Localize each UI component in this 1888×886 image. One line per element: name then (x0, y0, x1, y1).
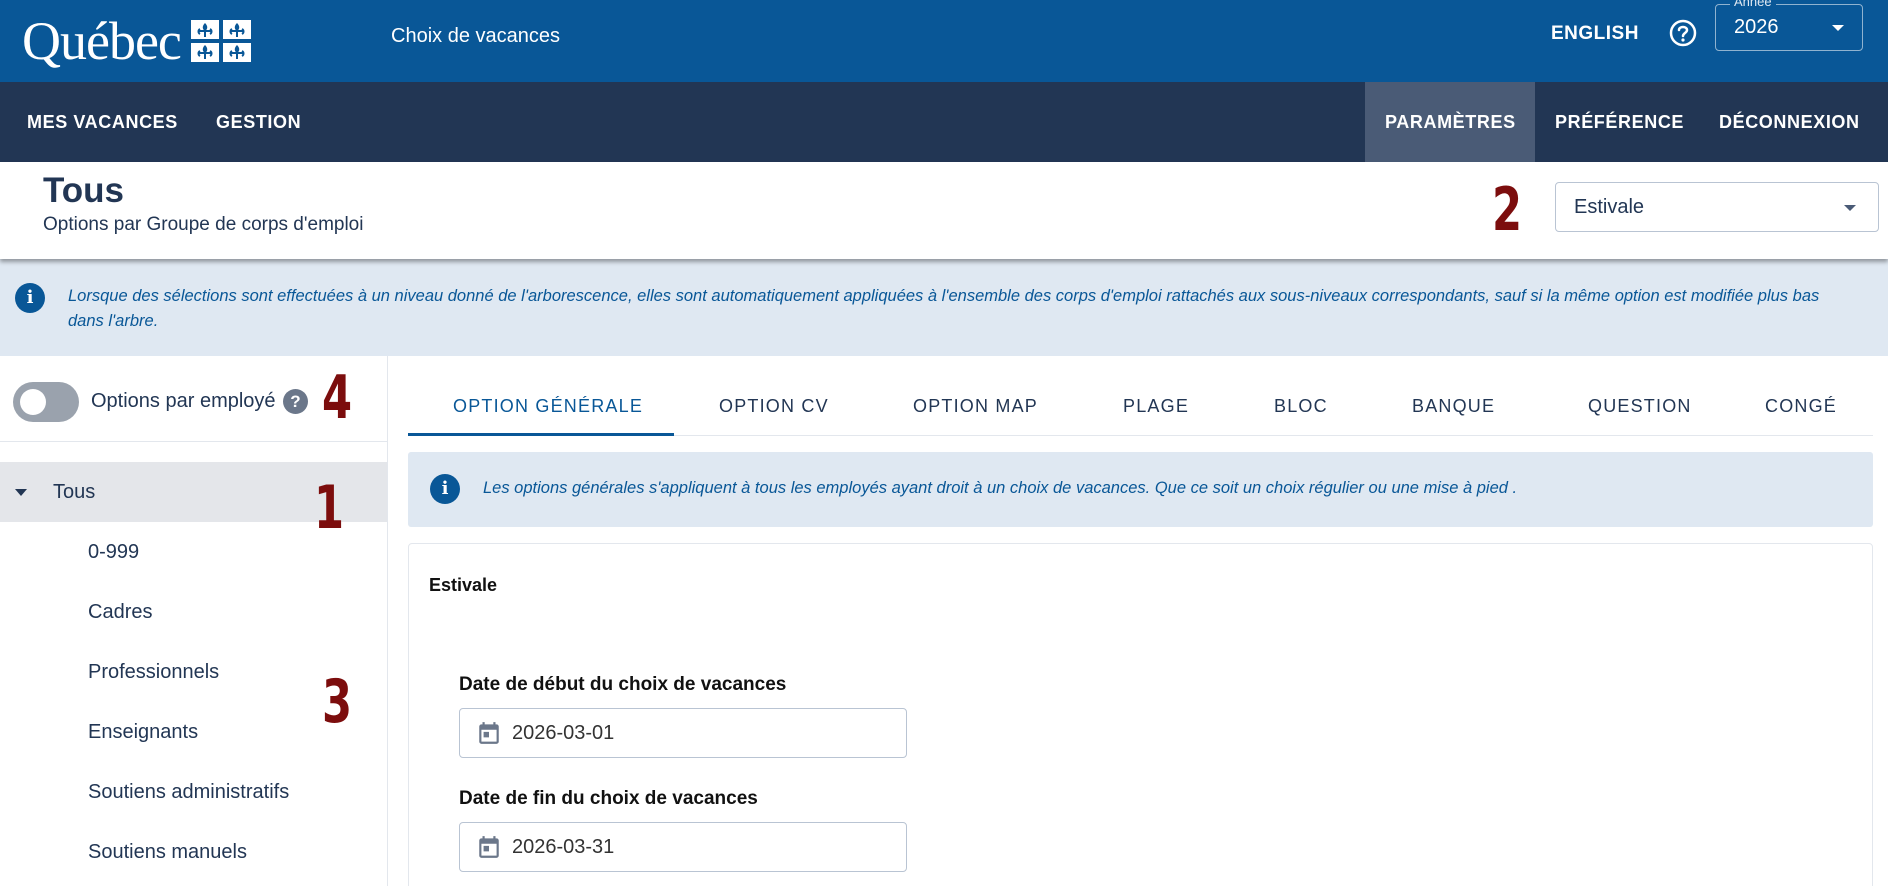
season-select-value: Estivale (1574, 196, 1645, 218)
tab-plage[interactable]: PLAGE (1123, 396, 1189, 417)
start-date-value: 2026-03-01 (512, 722, 615, 744)
year-select[interactable]: Année 2026 (1715, 0, 1863, 51)
tree-item[interactable]: Soutiens administratifs (0, 762, 387, 822)
annotation-number-2: 2 (1492, 175, 1523, 245)
calendar-icon[interactable] (476, 720, 502, 746)
general-options-info-text: Les options générales s'appliquent à tou… (483, 479, 1518, 497)
language-link[interactable]: ENGLISH (1551, 23, 1639, 45)
caret-down-icon[interactable] (15, 489, 27, 496)
tree-item-label: Cadres (88, 601, 153, 623)
employee-options-row: Options par employé ? 4 (0, 356, 387, 442)
tab-question[interactable]: QUESTION (1588, 396, 1692, 417)
nav-mes-vacances[interactable]: MES VACANCES (7, 82, 198, 162)
tree-item-label: Professionnels (88, 661, 220, 683)
info-icon: i (430, 474, 460, 504)
nav-deconnexion[interactable]: DÉCONNEXION (1699, 82, 1880, 162)
season-card: Estivale Date de début du choix de vacan… (408, 543, 1873, 886)
nav-parametres[interactable]: PARAMÈTRES (1365, 82, 1535, 162)
employee-options-label: Options par employé (91, 390, 276, 412)
page-header: Tous Options par Groupe de corps d'emplo… (0, 162, 1888, 259)
tab-option-cv[interactable]: OPTION CV (719, 396, 829, 417)
chevron-down-icon (1844, 205, 1856, 211)
active-tab-indicator (408, 433, 674, 436)
calendar-icon[interactable] (476, 834, 502, 860)
options-tabs: OPTION GÉNÉRALE OPTION CV OPTION MAP PLA… (408, 356, 1873, 436)
quebec-logo[interactable]: Québec (22, 10, 251, 72)
tree-item[interactable]: 0-999 (0, 522, 387, 582)
info-icon: i (15, 283, 45, 313)
tree-item-label: Tous (53, 481, 96, 503)
start-date-label: Date de début du choix de vacances (459, 674, 787, 695)
page-subtitle: Options par Groupe de corps d'emploi (43, 214, 364, 235)
year-select-legend: Année (1730, 0, 1776, 9)
employee-options-toggle[interactable] (13, 382, 79, 422)
main-nav: MES VACANCES GESTION PARAMÈTRES PRÉFÉREN… (0, 82, 1888, 162)
end-date-label: Date de fin du choix de vacances (459, 788, 758, 809)
help-circle-icon[interactable] (1669, 19, 1697, 47)
tab-banque[interactable]: BANQUE (1412, 396, 1495, 417)
info-banner-text: Lorsque des sélections sont effectuées à… (68, 287, 1820, 330)
general-options-info: i Les options générales s'appliquent à t… (408, 452, 1873, 527)
tree-item[interactable]: Soutiens manuels (0, 822, 387, 882)
toggle-knob (20, 389, 46, 415)
tree-item-label: 0-999 (88, 541, 140, 563)
help-icon[interactable]: ? (283, 389, 308, 414)
tab-conge[interactable]: CONGÉ (1765, 396, 1837, 417)
chevron-down-icon (1832, 25, 1844, 31)
sidebar: Options par employé ? 4 Tous 1 0-999 Cad… (0, 356, 388, 886)
tree-item[interactable]: Cadres (0, 582, 387, 642)
tree-item-label: Soutiens manuels (88, 841, 247, 863)
tree-item[interactable]: Enseignants (0, 702, 387, 762)
page-title: Tous (43, 171, 125, 210)
start-date-field[interactable]: 2026-03-01 (459, 708, 907, 758)
logo-text: Québec (22, 11, 182, 71)
card-title: Estivale (429, 575, 498, 595)
end-date-field[interactable]: 2026-03-31 (459, 822, 907, 872)
quebec-flag-icon (190, 20, 251, 62)
tab-option-generale[interactable]: OPTION GÉNÉRALE (453, 396, 643, 417)
info-banner: i Lorsque des sélections sont effectuées… (0, 259, 1888, 356)
annotation-number-4: 4 (322, 363, 353, 433)
season-select[interactable]: Estivale (1555, 182, 1879, 232)
tree-item-label: Soutiens administratifs (88, 781, 290, 803)
tab-option-map[interactable]: OPTION MAP (913, 396, 1038, 417)
end-date-value: 2026-03-31 (512, 836, 615, 858)
top-bar: Québec Choix de vacances ENGLISH Année 2… (0, 0, 1888, 82)
year-select-value: 2026 (1734, 16, 1779, 38)
tab-bloc[interactable]: BLOC (1274, 396, 1328, 417)
nav-preference[interactable]: PRÉFÉRENCE (1535, 82, 1704, 162)
tree-item-label: Enseignants (88, 721, 199, 743)
nav-gestion[interactable]: GESTION (196, 82, 321, 162)
app-title: Choix de vacances (391, 25, 560, 47)
